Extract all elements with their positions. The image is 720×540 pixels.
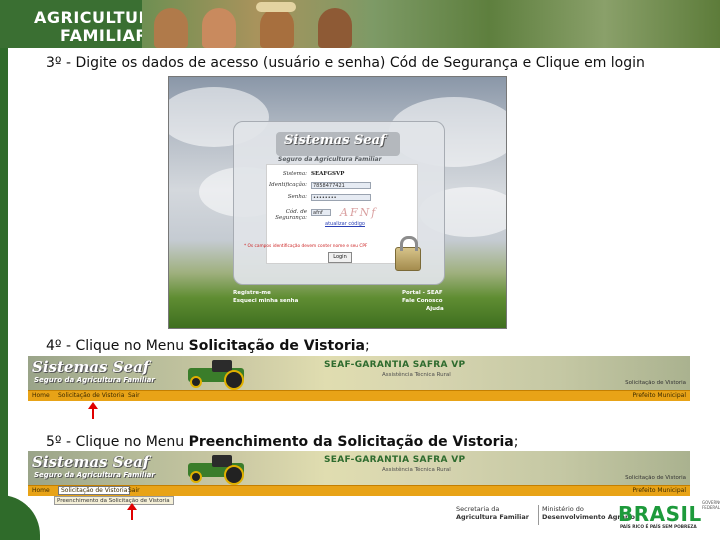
photo-person <box>318 8 352 48</box>
header-banner: AGRICULTURA FAMILIAR <box>0 0 720 48</box>
menu-sair[interactable]: Sair <box>128 487 140 494</box>
photo-hat <box>256 2 296 12</box>
step5-instruction: 5º - Clique no Menu Preenchimento da Sol… <box>46 434 518 450</box>
system-banner-step4: Sistemas Seaf Seguro da Agricultura Fami… <box>28 356 690 402</box>
photo-person <box>202 8 236 48</box>
step3-instruction: 3º - Digite os dados de acesso (usuário … <box>46 55 645 71</box>
footer-divider <box>538 505 539 525</box>
warning-text: * Os campos identificação devem conter n… <box>244 244 368 249</box>
menu-bar: Home Solicitação de Vistoria Sair Prefei… <box>28 485 690 496</box>
banner-logo-subtitle: Seguro da Agricultura Familiar <box>34 376 155 384</box>
secretaria-line1: Secretaria da <box>456 505 500 513</box>
cod-seguranca-label: Cód. de Segurança: <box>275 209 307 221</box>
menu-home[interactable]: Home <box>32 487 50 494</box>
menu-home[interactable]: Home <box>32 392 50 399</box>
banner-top: Sistemas Seaf Seguro da Agricultura Fami… <box>28 451 690 485</box>
tractor-icon <box>168 455 264 485</box>
step5-suffix: ; <box>513 434 519 450</box>
sistemas-seaf-logo-subtitle: Seguro da Agricultura Familiar <box>278 156 382 163</box>
step4-prefix: 4º - Clique no Menu <box>46 338 189 354</box>
secretaria-line2: Agricultura Familiar <box>456 513 529 521</box>
portal-link[interactable]: Portal - SEAF <box>402 290 443 296</box>
brasil-tagline: PAÍS RICO É PAÍS SEM POBREZA <box>620 525 697 530</box>
dropdown-preenchimento-item[interactable]: Preenchimento da Solicitação de Vistoria <box>54 496 174 505</box>
system-subtitle: Assistência Técnica Rural <box>382 372 451 378</box>
step4-suffix: ; <box>364 338 370 354</box>
photo-person <box>260 8 294 48</box>
identificacao-label: Identificação: <box>269 182 308 188</box>
tractor-icon <box>168 360 264 390</box>
atualizar-codigo-link[interactable]: atualizar código <box>325 221 365 227</box>
menu-solicitacao-vistoria[interactable]: Solicitação de Vistoria <box>58 392 124 399</box>
sistemas-seaf-logo-title: Sistemas Seaf <box>284 133 386 148</box>
system-subtitle: Assistência Técnica Rural <box>382 467 451 473</box>
header-photo-strip <box>142 0 720 48</box>
banner-top: Sistemas Seaf Seguro da Agricultura Fami… <box>28 356 690 390</box>
system-banner-step5: Sistemas Seaf Seguro da Agricultura Fami… <box>28 451 690 507</box>
padlock-icon <box>395 236 421 271</box>
menu-right-label: Prefeito Municipal <box>632 392 686 399</box>
menu-bar: Home Solicitação de Vistoria Sair Prefei… <box>28 390 690 401</box>
identificacao-input[interactable]: 7858477421 <box>311 182 371 189</box>
step5-menu-name: Preenchimento da Solicitação de Vistoria <box>188 434 514 450</box>
cod-seguranca-input[interactable]: afnf <box>311 209 331 216</box>
menu-right-label: Prefeito Municipal <box>632 487 686 494</box>
senha-input[interactable]: •••••••• <box>311 194 371 201</box>
sistemas-seaf-logo: Sistemas Seaf <box>276 132 400 156</box>
banner-logo-title: Sistemas Seaf <box>32 358 150 376</box>
banner-logo-title: Sistemas Seaf <box>32 453 150 471</box>
sistema-label: Sistema: <box>282 171 307 177</box>
menu-sair[interactable]: Sair <box>128 392 140 399</box>
brasil-word: BRASIL <box>618 502 702 526</box>
menu-solicitacao-vistoria[interactable]: Solicitação de Vistoria <box>58 486 131 495</box>
photo-person <box>154 8 188 48</box>
top-right-label: Solicitação de Vistoria <box>625 380 686 386</box>
top-right-label: Solicitação de Vistoria <box>625 475 686 481</box>
secretaria-logo: Secretaria da Agricultura Familiar <box>456 505 529 521</box>
pointer-arrow-icon <box>127 503 137 521</box>
step4-menu-name: Solicitação de Vistoria <box>188 338 365 354</box>
forgot-password-link[interactable]: Esqueci minha senha <box>233 298 298 304</box>
step5-prefix: 5º - Clique no Menu <box>46 434 189 450</box>
register-link[interactable]: Registre-me <box>233 290 271 296</box>
frame-left-border <box>0 0 8 540</box>
logo-line2: FAMILIAR <box>60 26 149 45</box>
step4-instruction: 4º - Clique no Menu Solicitação de Visto… <box>46 338 370 354</box>
help-link[interactable]: Ajuda <box>426 306 444 312</box>
banner-logo-subtitle: Seguro da Agricultura Familiar <box>34 471 155 479</box>
brasil-logo: BRASIL PAÍS RICO É PAÍS SEM POBREZA GOVE… <box>618 500 720 534</box>
system-title: SEAF-GARANTIA SAFRA VP <box>324 455 466 465</box>
contact-link[interactable]: Fale Conosco <box>402 298 443 304</box>
pointer-arrow-icon <box>88 402 98 420</box>
login-screenshot: Sistemas Seaf Seguro da Agricultura Fami… <box>168 76 507 329</box>
senha-label: Senha: <box>287 194 307 200</box>
login-button[interactable]: Login <box>328 252 352 263</box>
captcha-image: AFNf <box>340 206 378 219</box>
system-title: SEAF-GARANTIA SAFRA VP <box>324 360 466 370</box>
governo-federal-label: GOVERNO FEDERAL <box>702 500 720 510</box>
sistema-value: SEAFGSVP <box>311 171 345 177</box>
